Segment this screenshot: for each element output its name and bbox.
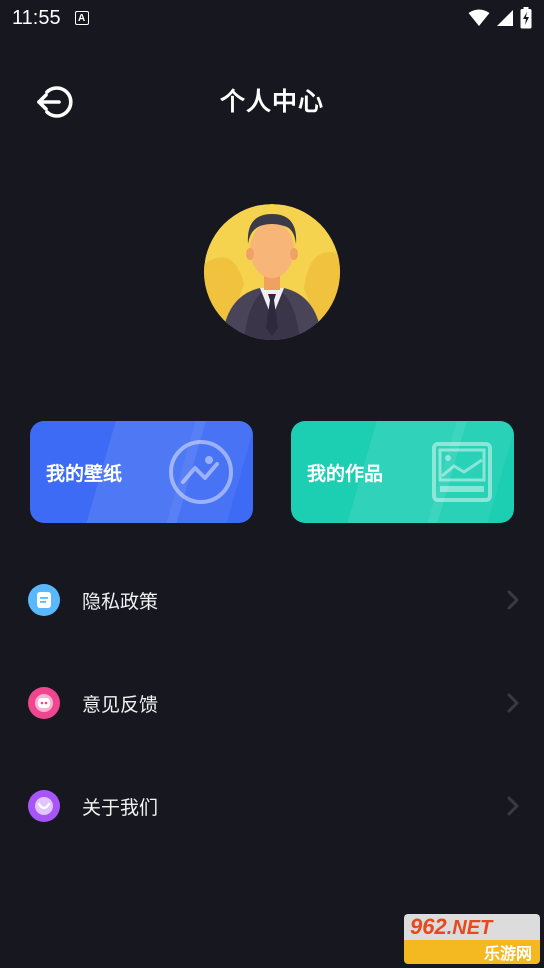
watermark-top: 962.NET xyxy=(404,914,540,940)
image-circle-icon xyxy=(169,440,233,504)
battery-charging-icon xyxy=(520,7,532,29)
chevron-right-icon xyxy=(507,590,519,610)
chevron-right-icon xyxy=(507,796,519,816)
my-wallpaper-card[interactable]: 我的壁纸 xyxy=(30,421,253,523)
page-title: 个人中心 xyxy=(219,87,324,116)
menu-item-label: 隐私政策 xyxy=(82,591,159,613)
site-watermark-logo: 962.NET 乐游网 xyxy=(404,914,540,964)
status-right xyxy=(468,7,532,29)
watermark-subtitle: 乐游网 xyxy=(404,940,540,964)
wifi-icon xyxy=(468,9,490,26)
my-works-label: 我的作品 xyxy=(307,463,384,485)
menu-item-feedback[interactable]: 意见反馈 xyxy=(0,663,544,743)
my-wallpaper-label: 我的壁纸 xyxy=(46,463,123,485)
header: 个人中心 xyxy=(0,66,544,134)
document-icon xyxy=(28,584,60,616)
notification-icon: A xyxy=(74,11,89,25)
chat-face-icon xyxy=(28,687,60,719)
smile-face-icon xyxy=(28,790,60,822)
chevron-right-icon xyxy=(507,693,519,713)
menu-item-about-us[interactable]: 关于我们 xyxy=(0,766,544,846)
menu-item-privacy-policy[interactable]: 隐私政策 xyxy=(0,560,544,640)
status-time: 11:55 xyxy=(12,6,61,29)
picture-frame-icon xyxy=(432,442,492,502)
status-bar: 11:55 A xyxy=(0,0,544,36)
menu-item-label: 关于我们 xyxy=(82,797,159,819)
signal-icon xyxy=(497,10,513,26)
watermark-net: .NET xyxy=(446,917,493,939)
avatar[interactable] xyxy=(204,204,340,340)
status-left: 11:55 A xyxy=(12,7,89,30)
menu-item-label: 意见反馈 xyxy=(82,694,159,716)
watermark-number: 962 xyxy=(410,914,447,939)
businessman-avatar-icon xyxy=(204,204,340,340)
my-works-card[interactable]: 我的作品 xyxy=(291,421,514,523)
